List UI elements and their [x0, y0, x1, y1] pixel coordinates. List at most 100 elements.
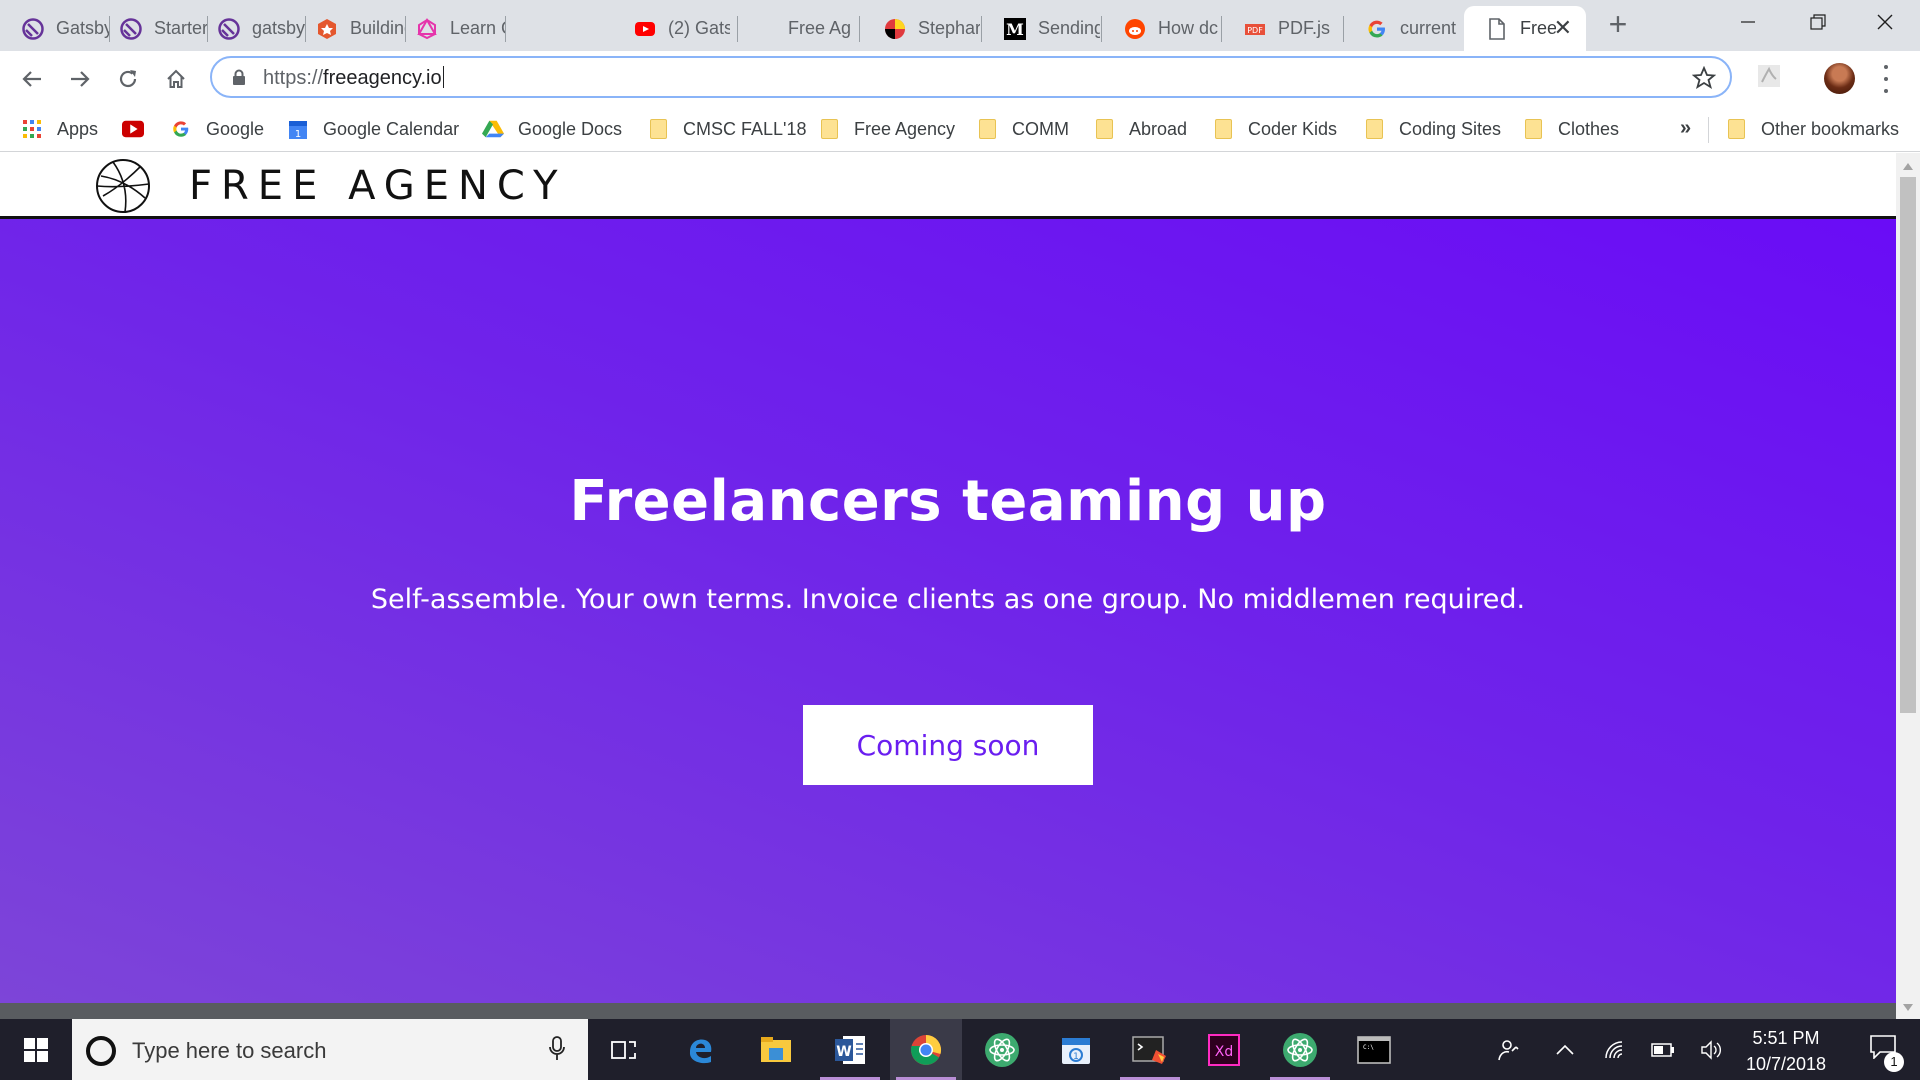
- edge-icon[interactable]: [664, 1019, 736, 1080]
- git-bash-icon[interactable]: [1114, 1019, 1186, 1080]
- bookmark-folder-coding-sites[interactable]: Coding Sites: [1363, 116, 1501, 142]
- bookmark-folder-free-agency[interactable]: Free Agency: [818, 116, 955, 142]
- bookmark-google-docs[interactable]: Google Docs: [482, 116, 622, 142]
- scroll-up-arrow[interactable]: [1903, 163, 1913, 170]
- acrobat-extension-icon[interactable]: [1757, 64, 1781, 93]
- bookmark-label: Google: [206, 118, 265, 139]
- tab-medium-sending[interactable]: M Sending: [982, 6, 1102, 51]
- restore-button[interactable]: [1783, 0, 1853, 44]
- adobe-xd-icon[interactable]: Xd: [1188, 1019, 1260, 1080]
- bookmark-folder-abroad[interactable]: Abroad: [1093, 116, 1187, 142]
- people-icon[interactable]: [1490, 1019, 1526, 1080]
- chrome-icon[interactable]: [890, 1019, 962, 1080]
- profile-avatar[interactable]: [1824, 63, 1855, 94]
- lock-icon[interactable]: [232, 69, 246, 90]
- microphone-icon[interactable]: [548, 1036, 566, 1067]
- close-tab-icon[interactable]: ✕: [1554, 17, 1572, 39]
- wifi-icon[interactable]: [1598, 1019, 1632, 1080]
- hero-section: Freelancers teaming up Self-assemble. Yo…: [0, 219, 1896, 1003]
- tab-title: Free: [1520, 18, 1556, 38]
- scroll-thumb[interactable]: [1900, 177, 1916, 713]
- tab-title: Free Ag: [788, 18, 850, 38]
- page-icon: [1486, 17, 1508, 40]
- folder-icon: [1522, 118, 1544, 140]
- tab-title: Sending: [1038, 18, 1100, 38]
- close-window-button[interactable]: [1850, 0, 1920, 44]
- bookmarks-overflow-button[interactable]: »: [1680, 117, 1691, 140]
- browser-menu-icon[interactable]: [1874, 65, 1898, 93]
- back-button[interactable]: [14, 61, 50, 97]
- site-header: FREE AGENCY: [0, 153, 1896, 219]
- tab-stephan[interactable]: Stephar: [862, 6, 982, 51]
- file-explorer-icon[interactable]: [740, 1019, 812, 1080]
- svg-text:M: M: [1006, 20, 1024, 39]
- bookmark-other-bookmarks[interactable]: Other bookmarks: [1725, 116, 1899, 142]
- taskbar-search-box[interactable]: Type here to search: [72, 1019, 588, 1080]
- youtube-icon: [634, 18, 656, 40]
- tab-starter[interactable]: Starter: [98, 6, 208, 51]
- gatsby-icon: [22, 17, 44, 40]
- forward-button[interactable]: [62, 61, 98, 97]
- bookmark-apps[interactable]: Apps: [21, 116, 98, 142]
- tab-free-agency-active[interactable]: Free ✕: [1464, 6, 1586, 51]
- scroll-down-arrow[interactable]: [1903, 1004, 1913, 1011]
- bookmark-label: Apps: [57, 118, 99, 139]
- tab-gatsby[interactable]: Gatsby: [0, 6, 110, 51]
- bookmark-folder-cmsc[interactable]: CMSC FALL'18: [647, 116, 807, 142]
- calendar-app-icon[interactable]: 1: [1040, 1019, 1112, 1080]
- taskbar-clock[interactable]: 5:51 PM 10/7/2018: [1728, 1025, 1844, 1077]
- notification-count-badge: 1: [1884, 1052, 1904, 1072]
- tab-reddit[interactable]: How dc: [1102, 6, 1222, 51]
- address-bar[interactable]: https://freeagency.io: [210, 56, 1732, 98]
- tab-google-search[interactable]: current: [1344, 6, 1464, 51]
- word-icon[interactable]: W: [814, 1019, 886, 1080]
- reload-button[interactable]: [110, 61, 146, 97]
- volume-icon[interactable]: [1694, 1019, 1728, 1080]
- bookmark-label: Clothes: [1558, 118, 1620, 139]
- tab-learn-graphql[interactable]: Learn G: [394, 6, 506, 51]
- terminal-icon[interactable]: C:\: [1338, 1019, 1410, 1080]
- tab-pdfjs[interactable]: PDF PDF.js: [1222, 6, 1344, 51]
- folder-icon: [1363, 118, 1385, 140]
- bookmark-folder-clothes[interactable]: Clothes: [1522, 116, 1619, 142]
- svg-text:1: 1: [1073, 1052, 1079, 1062]
- hero-title: Freelancers teaming up: [569, 469, 1327, 534]
- tab-building[interactable]: Building: [294, 6, 406, 51]
- tab-free-agency-old[interactable]: Free Ag: [738, 6, 860, 51]
- globe-logo-icon[interactable]: [95, 158, 151, 219]
- bookmark-google-calendar[interactable]: 1 Google Calendar: [287, 116, 459, 142]
- svg-text:Xd: Xd: [1215, 1044, 1233, 1060]
- folder-icon: [647, 118, 669, 140]
- atom-icon[interactable]: [966, 1019, 1038, 1080]
- new-tab-button[interactable]: +: [1602, 8, 1634, 40]
- clock-time: 5:51 PM: [1752, 1028, 1820, 1048]
- tab-youtube-gatsby[interactable]: (2) Gats: [612, 6, 738, 51]
- battery-icon[interactable]: [1646, 1019, 1680, 1080]
- tab-gatsby-docs[interactable]: gatsby-: [196, 6, 306, 51]
- clock-date: 10/7/2018: [1745, 1054, 1827, 1074]
- task-view-button[interactable]: [588, 1019, 660, 1080]
- show-hidden-icons-chevron-icon[interactable]: [1548, 1019, 1582, 1080]
- coming-soon-button[interactable]: Coming soon: [803, 705, 1093, 785]
- action-center-button[interactable]: 1: [1854, 1019, 1912, 1080]
- home-button[interactable]: [158, 61, 194, 97]
- atom-icon[interactable]: [1264, 1019, 1336, 1080]
- url-text[interactable]: https://freeagency.io: [263, 66, 444, 90]
- bookmark-star-icon[interactable]: [1691, 65, 1717, 95]
- bookmarks-bar: Apps Google 1 Google Calendar Google Doc…: [0, 107, 1920, 152]
- bookmark-google[interactable]: Google: [170, 116, 264, 142]
- svg-text:PDF: PDF: [1247, 26, 1263, 35]
- bookmark-folder-comm[interactable]: COMM: [976, 116, 1069, 142]
- drive-icon: [482, 118, 504, 140]
- gatsby-icon: [218, 17, 240, 40]
- vertical-scrollbar[interactable]: [1896, 153, 1920, 1019]
- minimize-button[interactable]: [1713, 0, 1783, 44]
- bookmark-label: CMSC FALL'18: [683, 118, 807, 139]
- bookmark-youtube[interactable]: [122, 116, 158, 142]
- start-button[interactable]: [0, 1019, 72, 1080]
- site-name[interactable]: FREE AGENCY: [189, 163, 567, 209]
- bookmark-folder-coder-kids[interactable]: Coder Kids: [1212, 116, 1337, 142]
- folder-icon: [1212, 118, 1234, 140]
- bookmark-label: Google Docs: [518, 118, 623, 139]
- url-host: freeagency.io: [323, 67, 442, 89]
